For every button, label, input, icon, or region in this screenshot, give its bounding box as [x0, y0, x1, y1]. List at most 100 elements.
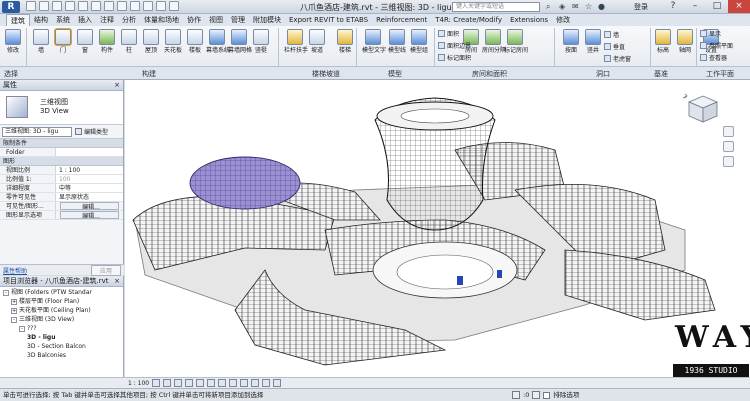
- tab-10[interactable]: 附加模块: [249, 14, 285, 26]
- search-icon[interactable]: ⌕: [546, 2, 555, 11]
- login-link[interactable]: 登录: [634, 2, 648, 12]
- sun-path-icon[interactable]: [174, 379, 183, 387]
- ribbon-button-14[interactable]: 楼梯: [334, 28, 356, 66]
- open-icon[interactable]: [26, 1, 36, 11]
- ref-plane-item[interactable]: 参照平面: [700, 41, 733, 50]
- favorites-icon[interactable]: ☆: [585, 2, 594, 11]
- ribbon-button-11[interactable]: 竖梃: [250, 28, 272, 66]
- ribbon-button-6[interactable]: 屋顶: [140, 28, 162, 66]
- tab-5[interactable]: 分析: [118, 14, 140, 26]
- tab-9[interactable]: 管理: [227, 14, 249, 26]
- tab-6[interactable]: 体量和场地: [140, 14, 183, 26]
- viewer-item[interactable]: 查看器: [700, 53, 727, 62]
- apply-button[interactable]: 应用: [90, 264, 121, 276]
- ribbon-button-4[interactable]: 构件: [96, 28, 118, 66]
- measure-icon[interactable]: [91, 1, 101, 11]
- detail-level-icon[interactable]: [152, 379, 161, 387]
- tree-node[interactable]: 3D - Section Balcon: [0, 342, 123, 351]
- hide-isolate-icon[interactable]: [240, 379, 249, 387]
- undo-icon[interactable]: [52, 1, 62, 11]
- close-icon[interactable]: ×: [114, 276, 120, 287]
- area-item[interactable]: 面积: [438, 29, 459, 38]
- tag-area-item[interactable]: 标记面积: [438, 53, 471, 62]
- shadows-icon[interactable]: [185, 379, 194, 387]
- ribbon-button-5[interactable]: 柱: [118, 28, 140, 66]
- tab-3[interactable]: 插入: [74, 14, 96, 26]
- visibility-edit-button[interactable]: 编辑...: [60, 202, 119, 210]
- help-icon[interactable]: ?: [662, 0, 684, 13]
- tab-15[interactable]: 修改: [552, 14, 574, 26]
- highlight-displacement-icon[interactable]: [273, 379, 282, 387]
- viewcube[interactable]: [681, 90, 721, 126]
- section-icon[interactable]: [130, 1, 140, 11]
- section-graphics[interactable]: 图形: [0, 157, 123, 166]
- ribbon-button-9[interactable]: 幕墙系统: [206, 28, 230, 66]
- close-hidden-icon[interactable]: [156, 1, 166, 11]
- opening-item-24[interactable]: 垂直: [604, 42, 625, 51]
- opening-item-25[interactable]: 老虎窗: [604, 54, 631, 63]
- tab-13[interactable]: T4R: Create/Modify: [431, 14, 506, 26]
- collapse-icon[interactable]: -: [19, 325, 25, 332]
- close-icon[interactable]: ×: [728, 0, 750, 13]
- ribbon-button-0[interactable]: 修改: [2, 28, 24, 66]
- subscription-icon[interactable]: ◈: [559, 2, 568, 11]
- tree-node[interactable]: - 视图 (Folders (PTW Standar: [0, 288, 123, 297]
- ribbon-button-10[interactable]: 幕墙网格: [228, 28, 252, 66]
- tab-7[interactable]: 协作: [183, 14, 205, 26]
- app-logo[interactable]: R: [2, 1, 20, 13]
- expand-icon[interactable]: +: [11, 298, 17, 305]
- steering-wheel-icon[interactable]: [722, 126, 734, 137]
- user-icon[interactable]: ●: [598, 2, 607, 11]
- tree-node[interactable]: + 天花板平面 (Ceiling Plan): [0, 306, 123, 315]
- exclude-options-checkbox[interactable]: [543, 391, 551, 399]
- ribbon-button-19[interactable]: 房间分隔: [482, 28, 506, 66]
- tree-node[interactable]: + 楼层平面 (Floor Plan): [0, 297, 123, 306]
- crop-region-icon[interactable]: [218, 379, 227, 387]
- switch-windows-icon[interactable]: [169, 1, 179, 11]
- tree-node[interactable]: 3D Balconies: [0, 351, 123, 360]
- ribbon-button-13[interactable]: 坡道: [306, 28, 328, 66]
- edit-type-button[interactable]: 编辑类型: [75, 127, 108, 136]
- opening-item-23[interactable]: 墙: [604, 30, 619, 39]
- thin-lines-icon[interactable]: [143, 1, 153, 11]
- 3d-view-icon[interactable]: [117, 1, 127, 11]
- tag-icon[interactable]: [104, 1, 114, 11]
- reveal-hidden-icon[interactable]: [251, 379, 260, 387]
- orbit-icon[interactable]: [722, 156, 734, 167]
- ribbon-button-12[interactable]: 栏杆扶手: [284, 28, 308, 66]
- lock-view-icon[interactable]: [229, 379, 238, 387]
- analytical-model-icon[interactable]: [262, 379, 271, 387]
- tree-node[interactable]: 3D - ligu: [0, 333, 123, 342]
- ribbon-button-20[interactable]: 标记房间: [504, 28, 528, 66]
- ribbon-button-8[interactable]: 楼板: [184, 28, 206, 66]
- tree-node[interactable]: -???: [0, 324, 123, 333]
- communication-icon[interactable]: ✉: [572, 2, 581, 11]
- show-item[interactable]: 显示: [700, 29, 721, 38]
- ribbon-button-1[interactable]: 墙: [30, 28, 52, 66]
- tab-1[interactable]: 结构: [30, 14, 52, 26]
- ribbon-button-22[interactable]: 竖井: [582, 28, 604, 66]
- collapse-icon[interactable]: -: [3, 289, 9, 296]
- search-input[interactable]: 键入关键字或短语: [452, 2, 540, 12]
- ribbon-button-26[interactable]: 标高: [652, 28, 674, 66]
- tab-0[interactable]: 建筑: [6, 14, 30, 26]
- tab-14[interactable]: Extensions: [506, 14, 552, 26]
- minimize-icon[interactable]: –: [684, 0, 706, 13]
- collapse-icon[interactable]: -: [11, 316, 17, 323]
- tab-8[interactable]: 视图: [205, 14, 227, 26]
- render-icon[interactable]: [196, 379, 205, 387]
- ribbon-button-7[interactable]: 天花板: [162, 28, 184, 66]
- ribbon-button-27[interactable]: 轴网: [674, 28, 696, 66]
- ribbon-button-21[interactable]: 按面: [560, 28, 582, 66]
- tab-4[interactable]: 注释: [96, 14, 118, 26]
- area-boundary-item[interactable]: 面积边界: [438, 41, 471, 50]
- close-icon[interactable]: ×: [114, 80, 120, 91]
- tab-2[interactable]: 系统: [52, 14, 74, 26]
- ribbon-button-15[interactable]: 模型文字: [362, 28, 386, 66]
- expand-icon[interactable]: +: [11, 307, 17, 314]
- group-select[interactable]: 选择: [4, 69, 18, 79]
- visual-style-icon[interactable]: [163, 379, 172, 387]
- tree-node[interactable]: - 三维视图 (3D View): [0, 315, 123, 324]
- maximize-icon[interactable]: □: [706, 0, 728, 13]
- worksets-icon[interactable]: [512, 391, 520, 399]
